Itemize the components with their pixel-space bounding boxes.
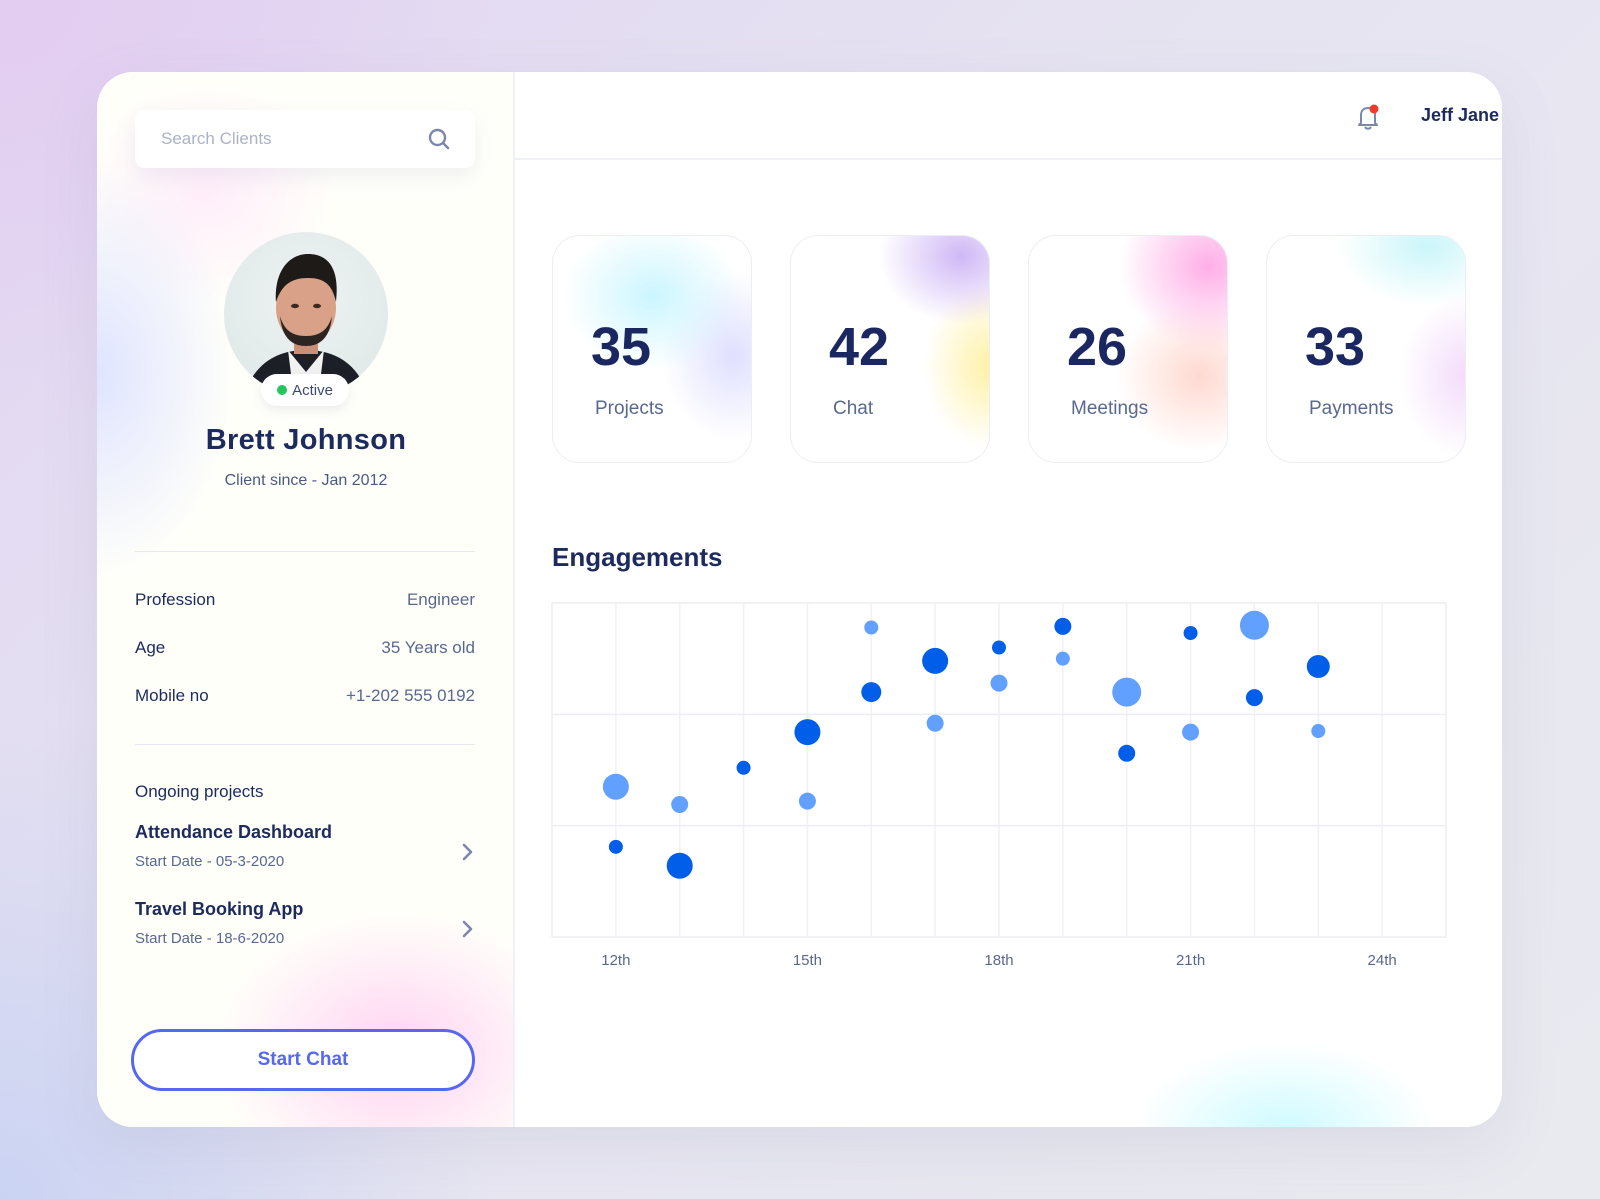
data-point-dark[interactable] — [1118, 744, 1136, 762]
data-point-light[interactable] — [671, 796, 689, 814]
info-label: Age — [135, 638, 166, 657]
stat-card-chat[interactable]: 42 Chat — [790, 235, 990, 463]
data-point-light[interactable] — [798, 792, 816, 810]
client-since: Client since - Jan 2012 — [224, 472, 388, 489]
project-name: Attendance Dashboard — [135, 822, 333, 842]
user-name[interactable]: Jeff Jane — [1421, 105, 1499, 126]
stat-value: 42 — [829, 317, 890, 377]
project-name: Travel Booking App — [135, 899, 304, 919]
data-point-dark[interactable] — [666, 852, 693, 879]
stat-card-payments[interactable]: 33 Payments — [1266, 235, 1466, 463]
project-start-date: Start Date - 05-3-2020 — [135, 853, 285, 870]
search-box[interactable] — [135, 110, 475, 168]
x-tick-label: 12th — [601, 952, 630, 969]
info-label: Profession — [135, 590, 216, 609]
info-row-age: Age 35 Years old — [135, 638, 475, 658]
data-point-light[interactable] — [990, 674, 1008, 692]
top-bar: Jeff Jane — [515, 72, 1502, 160]
stat-label: Payments — [1309, 398, 1394, 419]
x-tick-label: 24th — [1368, 952, 1397, 969]
divider — [135, 744, 475, 745]
project-item[interactable]: Attendance Dashboard Start Date - 05-3-2… — [135, 822, 475, 884]
data-point-dark[interactable] — [1054, 617, 1072, 635]
data-point-dark[interactable] — [736, 760, 751, 775]
info-row-profession: Profession Engineer — [135, 590, 475, 610]
stat-card-projects[interactable]: 35 Projects — [552, 235, 752, 463]
stat-label: Projects — [595, 398, 664, 419]
info-row-mobile: Mobile no +1-202 555 0192 — [135, 686, 475, 706]
data-point-dark[interactable] — [1306, 654, 1330, 678]
client-name: Brett Johnson — [205, 424, 407, 456]
data-point-dark[interactable] — [992, 640, 1006, 655]
data-point-dark[interactable] — [861, 682, 882, 703]
info-value: Engineer — [406, 590, 475, 609]
stat-value: 35 — [591, 317, 652, 377]
stat-value: 33 — [1305, 317, 1366, 377]
chart-title: Engagements — [552, 542, 723, 572]
info-label: Mobile no — [135, 686, 209, 705]
data-point-dark[interactable] — [794, 719, 821, 746]
data-point-dark[interactable] — [1183, 626, 1198, 641]
client-avatar — [224, 232, 388, 396]
data-point-light[interactable] — [1239, 610, 1269, 640]
data-point-light[interactable] — [926, 714, 944, 732]
start-chat-button[interactable]: Start Chat — [131, 1029, 475, 1091]
stat-label: Meetings — [1071, 398, 1149, 419]
notification-dot — [1369, 104, 1379, 114]
x-tick-label: 18th — [984, 952, 1013, 969]
info-value: 35 Years old — [381, 638, 475, 657]
x-tick-label: 15th — [793, 952, 822, 969]
data-point-light[interactable] — [1112, 677, 1142, 707]
bell-icon[interactable] — [1353, 102, 1383, 132]
status-badge: Active — [261, 374, 349, 406]
stat-value: 26 — [1067, 317, 1128, 377]
data-point-light[interactable] — [1182, 723, 1200, 741]
divider — [135, 551, 475, 552]
main-content: Jeff Jane 35 Projects 42 Chat 26 Meeting… — [515, 72, 1502, 1127]
client-photo — [244, 254, 368, 396]
data-point-dark[interactable] — [922, 647, 949, 674]
info-value: +1-202 555 0192 — [345, 686, 475, 705]
chevron-right-icon[interactable] — [461, 842, 475, 862]
client-sidebar: Active Brett Johnson Client since - Jan … — [97, 72, 515, 1127]
data-point-light[interactable] — [602, 773, 629, 800]
data-point-light[interactable] — [1055, 651, 1070, 666]
stat-card-meetings[interactable]: 26 Meetings — [1028, 235, 1228, 463]
x-tick-label: 21th — [1176, 952, 1205, 969]
data-point-light[interactable] — [864, 620, 879, 635]
ongoing-projects-title: Ongoing projects — [135, 782, 264, 801]
project-start-date: Start Date - 18-6-2020 — [135, 930, 285, 947]
project-item[interactable]: Travel Booking App Start Date - 18-6-202… — [135, 899, 475, 961]
status-text: Active — [292, 381, 333, 399]
search-input[interactable] — [161, 129, 427, 149]
dashboard-window: Active Brett Johnson Client since - Jan … — [97, 72, 1502, 1127]
status-dot-icon — [277, 385, 288, 395]
engagements-chart: 12th 15th 18th 21th 24th — [551, 602, 1447, 969]
data-point-light[interactable] — [1311, 724, 1326, 739]
search-icon[interactable] — [427, 127, 451, 151]
data-point-dark[interactable] — [1245, 689, 1263, 707]
chevron-right-icon[interactable] — [461, 919, 475, 939]
data-point-dark[interactable] — [608, 839, 623, 854]
stat-label: Chat — [833, 398, 874, 419]
